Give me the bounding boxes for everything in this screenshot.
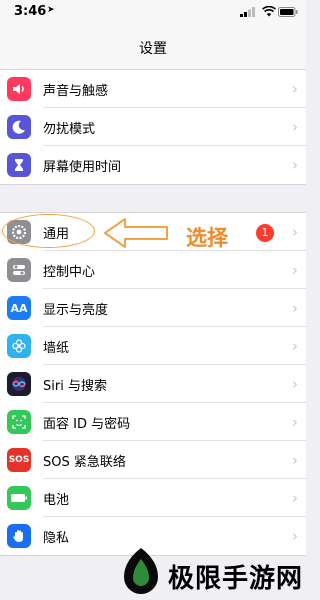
pointer-arrow-icon	[104, 218, 168, 248]
cellular-signal-icon	[240, 7, 255, 17]
notification-badge: 1	[256, 224, 274, 242]
chevron-right-icon: ›	[292, 489, 298, 507]
row-label: 隐私	[43, 531, 70, 546]
chevron-right-icon: ›	[292, 337, 298, 355]
chevron-right-icon: ›	[292, 527, 298, 545]
row-label: SOS 紧急联络	[43, 455, 126, 470]
toggles-icon	[7, 258, 31, 282]
watermark-logo-icon	[124, 548, 158, 594]
chevron-right-icon: ›	[292, 451, 298, 469]
row-label: 屏幕使用时间	[43, 160, 122, 175]
settings-row-screen-time[interactable]: 屏幕使用时间 ›	[0, 146, 306, 184]
hand-icon	[7, 524, 31, 548]
settings-row-sounds[interactable]: 声音与触感 ›	[0, 70, 306, 108]
chevron-right-icon: ›	[292, 299, 298, 317]
settings-row-siri[interactable]: Siri 与搜索 ›	[0, 365, 306, 403]
location-arrow-icon: ➤	[47, 5, 55, 15]
text-size-icon: AA	[7, 296, 31, 320]
battery-status-icon	[278, 7, 298, 17]
settings-row-display[interactable]: AA 显示与亮度 ›	[0, 289, 306, 327]
watermark-text: 极限手游网	[168, 564, 304, 594]
settings-row-battery[interactable]: 电池 ›	[0, 479, 306, 517]
speaker-icon	[7, 77, 31, 101]
chevron-right-icon: ›	[292, 80, 298, 98]
chevron-right-icon: ›	[292, 261, 298, 279]
watermark: 极限手游网	[110, 545, 306, 600]
settings-group-1: 声音与触感 › 勿扰模式 › 屏幕使用时间 ›	[0, 69, 306, 185]
navigation-bar: 设置	[0, 24, 306, 70]
settings-row-control-center[interactable]: 控制中心 ›	[0, 251, 306, 289]
status-time: 3:46	[14, 4, 47, 19]
row-label: 显示与亮度	[43, 303, 109, 318]
row-label: 墙纸	[43, 341, 70, 356]
chevron-right-icon: ›	[292, 156, 298, 174]
status-bar: 3:46 ➤	[0, 0, 306, 24]
chevron-right-icon: ›	[292, 413, 298, 431]
chevron-right-icon: ›	[292, 223, 298, 241]
flower-icon	[7, 334, 31, 358]
settings-row-face-id[interactable]: 面容 ID 与密码 ›	[0, 403, 306, 441]
moon-icon	[7, 115, 31, 139]
settings-row-wallpaper[interactable]: 墙纸 ›	[0, 327, 306, 365]
sos-icon: SOS	[7, 448, 31, 472]
row-label: 控制中心	[43, 265, 96, 280]
row-label: 面容 ID 与密码	[43, 417, 131, 432]
wifi-icon	[262, 6, 276, 17]
settings-group-2: 通用 › 控制中心 › AA 显示与亮度 › 墙纸 › Siri 与搜索 › 面…	[0, 212, 306, 556]
row-label: 电池	[43, 493, 70, 508]
battery-icon	[7, 486, 31, 510]
settings-row-emergency-sos[interactable]: SOS SOS 紧急联络 ›	[0, 441, 306, 479]
row-label: 勿扰模式	[43, 122, 96, 137]
chevron-right-icon: ›	[292, 118, 298, 136]
face-id-icon	[7, 410, 31, 434]
annotation-label: 选择	[186, 226, 228, 250]
hourglass-icon	[7, 153, 31, 177]
chevron-right-icon: ›	[292, 375, 298, 393]
page-title: 设置	[139, 41, 167, 57]
siri-icon	[7, 372, 31, 396]
highlight-oval	[2, 214, 95, 248]
row-label: 声音与触感	[43, 84, 109, 99]
settings-row-do-not-disturb[interactable]: 勿扰模式 ›	[0, 108, 306, 146]
row-label: Siri 与搜索	[43, 379, 107, 394]
